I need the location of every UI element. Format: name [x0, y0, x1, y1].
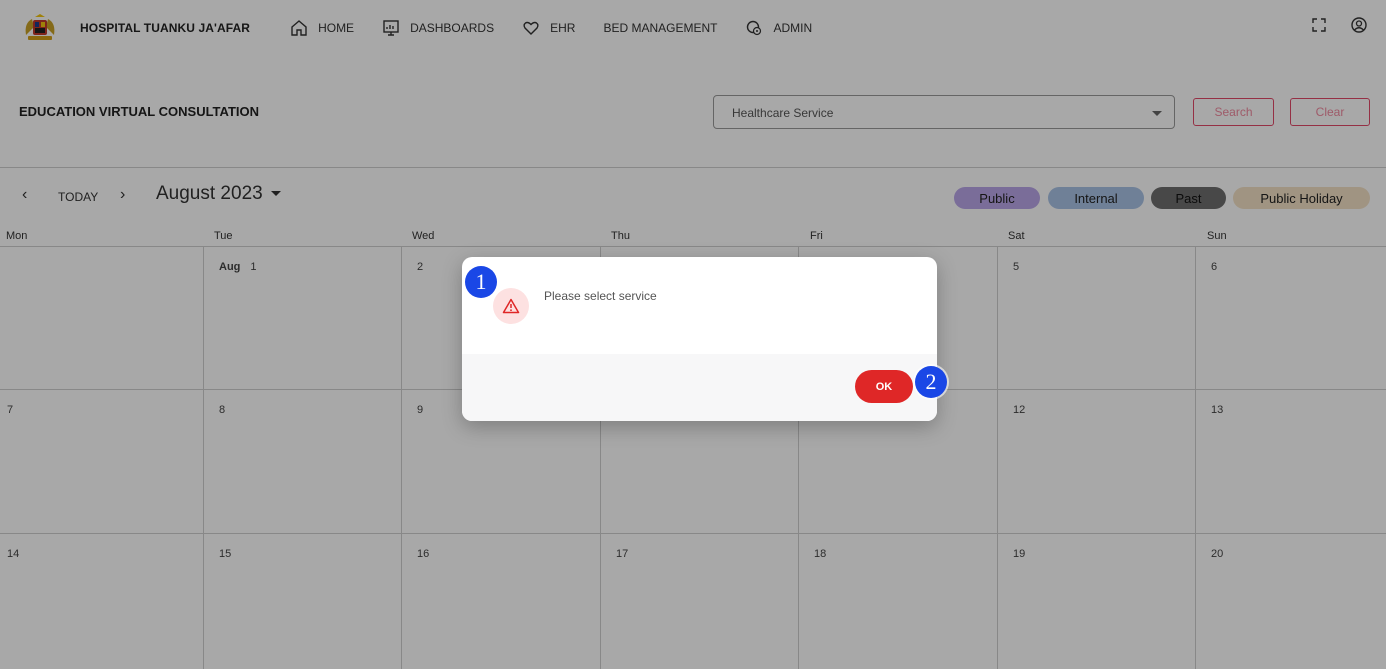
annotation-marker-1: 1	[465, 266, 497, 298]
warning-icon	[493, 288, 529, 324]
alert-dialog: Please select service OK	[462, 257, 937, 421]
ok-button[interactable]: OK	[855, 370, 913, 403]
annotation-marker-2: 2	[915, 366, 947, 398]
dialog-message: Please select service	[544, 289, 657, 303]
